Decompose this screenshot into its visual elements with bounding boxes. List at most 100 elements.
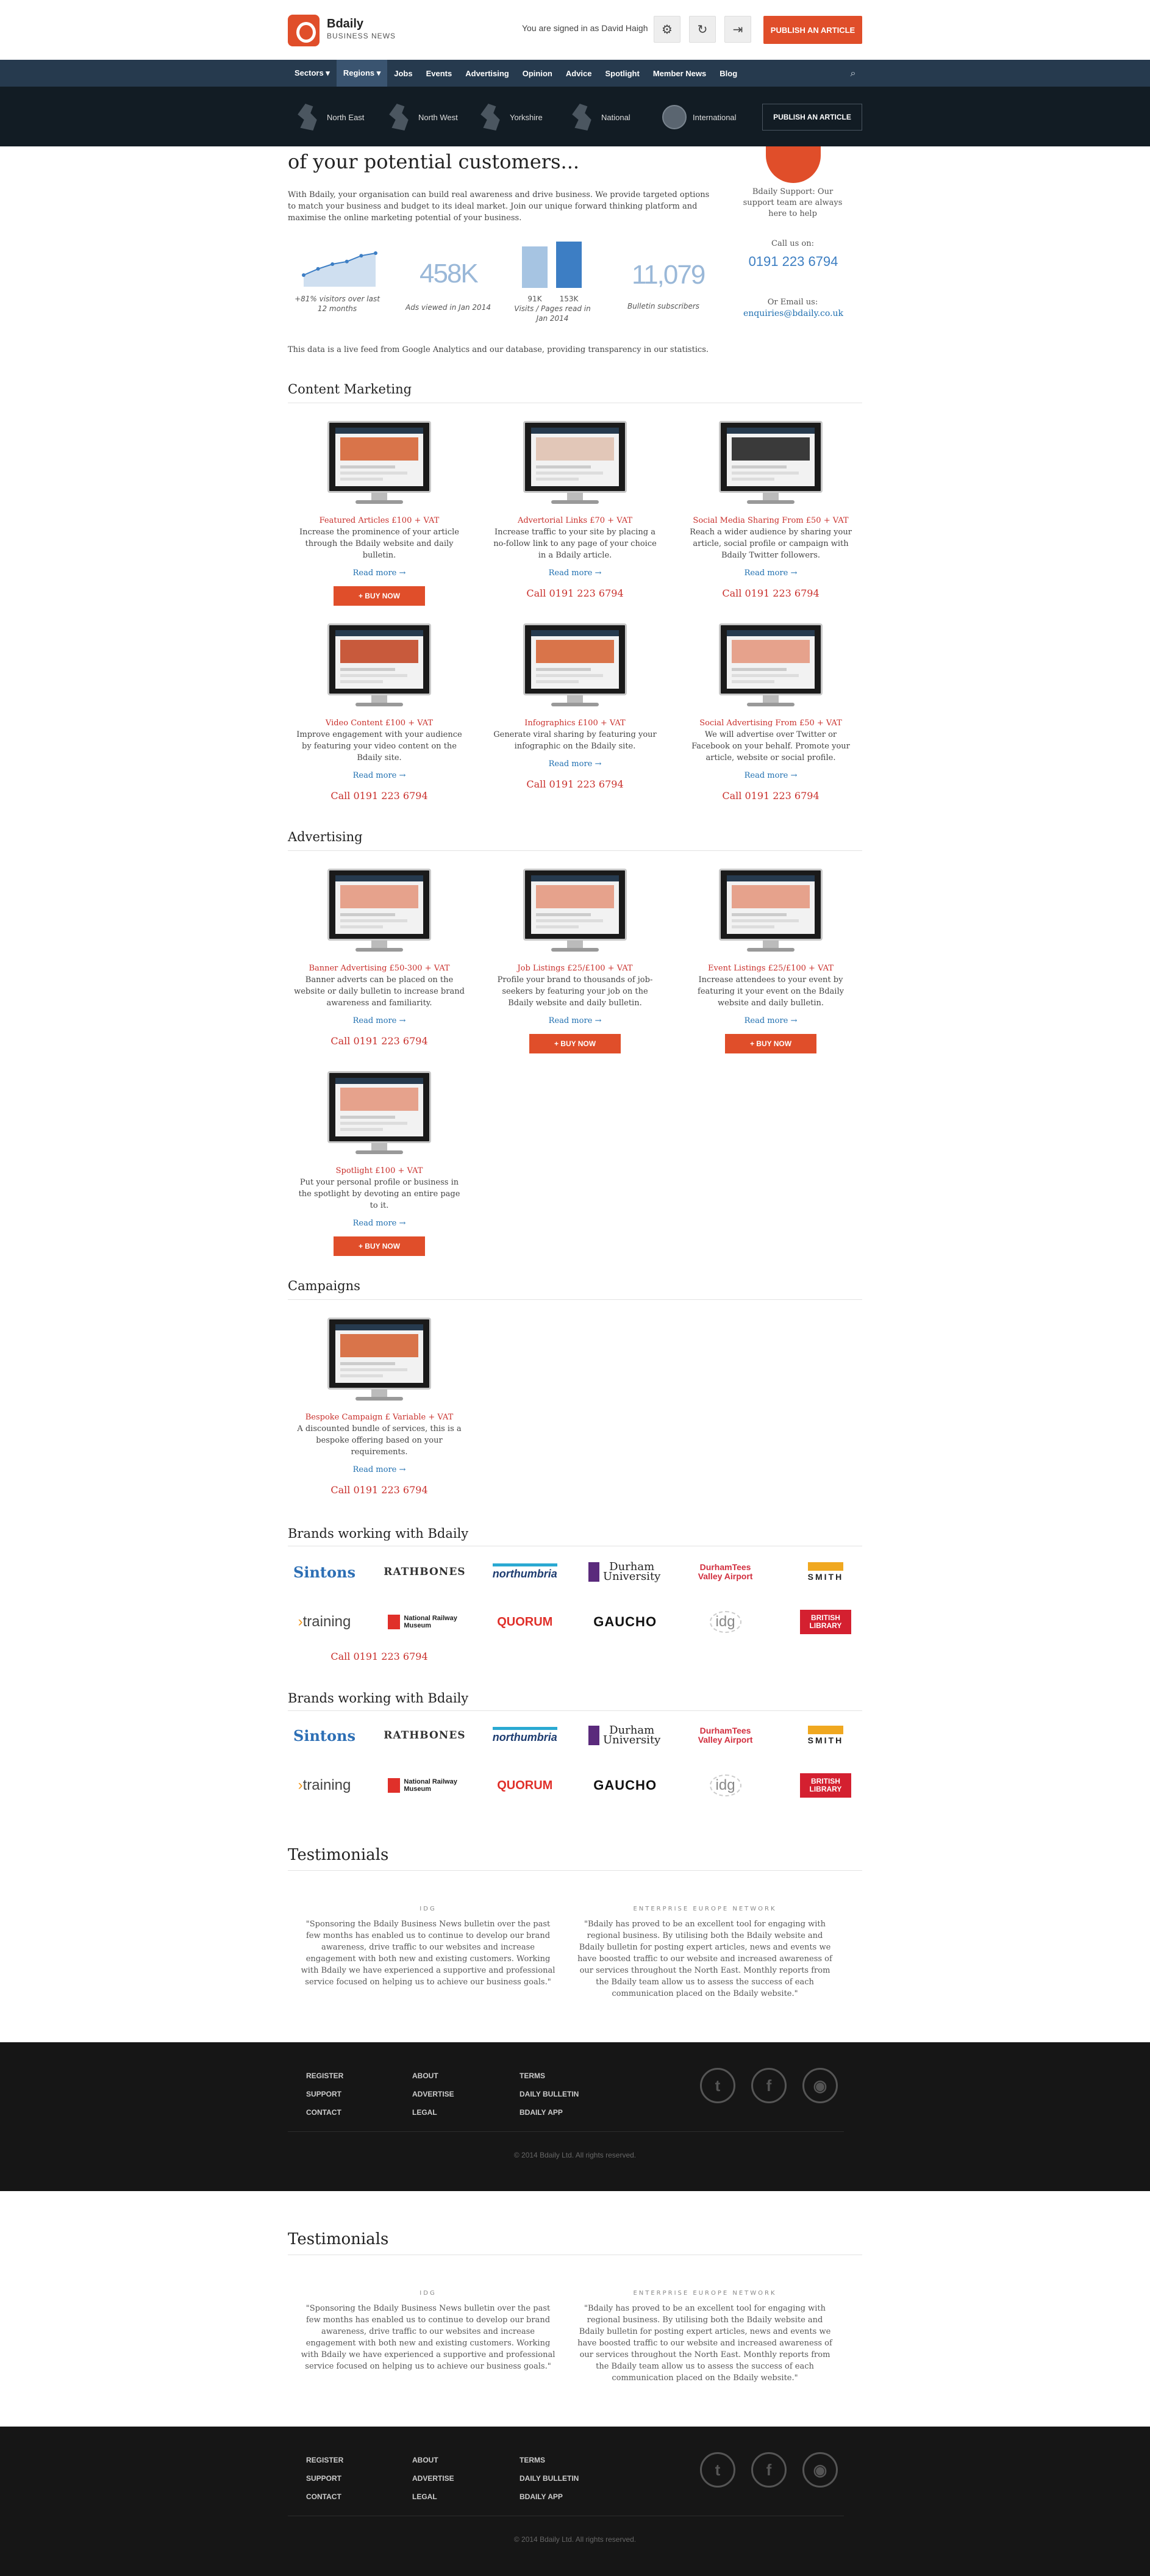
bdaily-logo-icon[interactable]: [288, 15, 320, 46]
region-north-west[interactable]: North West: [387, 104, 458, 131]
facebook-icon[interactable]: f: [751, 2452, 787, 2488]
region-north-east[interactable]: North East: [295, 104, 364, 131]
product-title[interactable]: Video Content £100 + VAT: [288, 719, 471, 728]
product-title[interactable]: Event Listings £25/£100 + VAT: [679, 964, 862, 973]
logout-icon[interactable]: ⇥: [724, 16, 751, 43]
nav-regions[interactable]: Regions ▾: [336, 60, 388, 87]
call-number[interactable]: Call 0191 223 6794: [288, 1035, 471, 1047]
testimonial: ENTERPRISE EUROPE NETWORK "Bdaily has pr…: [577, 1906, 833, 2000]
product-screenshot: [523, 421, 627, 506]
read-more-link[interactable]: Read more →: [288, 771, 471, 780]
rss-icon[interactable]: ◉: [802, 2452, 838, 2488]
monitor-screen: [523, 869, 627, 941]
read-more-link[interactable]: Read more →: [288, 1465, 471, 1474]
footer-link-bdaily-app[interactable]: BDAILY APP: [520, 2488, 579, 2506]
publish-article-button[interactable]: PUBLISH AN ARTICLE: [763, 16, 862, 44]
monitor-header: [335, 630, 423, 636]
monitor-line: [732, 925, 774, 928]
monitor-line: [340, 1116, 395, 1119]
footer-link-advertise[interactable]: ADVERTISE: [412, 2469, 454, 2488]
call-number[interactable]: Call 0191 223 6794: [288, 790, 471, 802]
nav-opinion[interactable]: Opinion: [516, 60, 559, 87]
nav-advice[interactable]: Advice: [559, 60, 599, 87]
refresh-icon[interactable]: ↻: [689, 16, 716, 43]
call-number[interactable]: Call 0191 223 6794: [679, 587, 862, 599]
product-title[interactable]: Advertorial Links £70 + VAT: [484, 516, 666, 525]
product-title[interactable]: Social Advertising From £50 + VAT: [679, 719, 862, 728]
read-more-link[interactable]: Read more →: [288, 1016, 471, 1025]
buy-now-button[interactable]: + BUY NOW: [334, 586, 425, 606]
brand-name[interactable]: Bdaily: [327, 17, 363, 31]
read-more-link[interactable]: Read more →: [679, 1016, 862, 1025]
nav-blog[interactable]: Blog: [713, 60, 744, 87]
footer-link-daily-bulletin[interactable]: DAILY BULLETIN: [520, 2469, 579, 2488]
brand-logo: idg: [689, 1607, 762, 1637]
monitor-base: [747, 948, 795, 952]
product-description: Improve engagement with your audience by…: [296, 730, 462, 762]
site-footer-2: REGISTER SUPPORT CONTACT ABOUT ADVERTISE…: [0, 2427, 1150, 2576]
footer-link-register[interactable]: REGISTER: [306, 2451, 343, 2469]
read-more-link[interactable]: Read more →: [288, 1219, 471, 1228]
product-title[interactable]: Infographics £100 + VAT: [484, 719, 666, 728]
footer-link-contact[interactable]: CONTACT: [306, 2103, 343, 2122]
brands-call-number[interactable]: Call 0191 223 6794: [288, 1651, 471, 1662]
product-title[interactable]: Job Listings £25/£100 + VAT: [484, 964, 666, 973]
rss-icon[interactable]: ◉: [802, 2068, 838, 2103]
footer-link-support[interactable]: SUPPORT: [306, 2085, 343, 2103]
buy-now-button[interactable]: + BUY NOW: [334, 1236, 425, 1256]
footer-link-contact[interactable]: CONTACT: [306, 2488, 343, 2506]
region-label: International: [693, 112, 737, 122]
region-national[interactable]: National: [570, 104, 630, 131]
read-more-link[interactable]: Read more →: [484, 1016, 666, 1025]
buy-now-button[interactable]: + BUY NOW: [529, 1034, 621, 1053]
settings-gear-icon[interactable]: ⚙: [654, 16, 680, 43]
nav-sectors[interactable]: Sectors ▾: [288, 60, 337, 87]
brand-name: RATHBONES: [384, 1566, 466, 1578]
read-more-link[interactable]: Read more →: [679, 771, 862, 780]
monitor-line: [732, 668, 787, 671]
footer-link-legal[interactable]: LEGAL: [412, 2488, 454, 2506]
nav-events[interactable]: Events: [420, 60, 459, 87]
read-more-link[interactable]: Read more →: [288, 569, 471, 578]
support-email-link[interactable]: enquiries@bdaily.co.uk: [729, 309, 857, 318]
publish-article-button-secondary[interactable]: PUBLISH AN ARTICLE: [762, 104, 862, 131]
read-more-link[interactable]: Read more →: [484, 569, 666, 578]
read-more-link[interactable]: Read more →: [484, 759, 666, 769]
brand-logo: ›training: [288, 1607, 361, 1637]
footer-link-legal[interactable]: LEGAL: [412, 2103, 454, 2122]
footer-link-support[interactable]: SUPPORT: [306, 2469, 343, 2488]
footer-link-bdaily-app[interactable]: BDAILY APP: [520, 2103, 579, 2122]
site-header: Bdaily BUSINESS NEWS You are signed in a…: [0, 0, 1150, 60]
footer-link-register[interactable]: REGISTER: [306, 2067, 343, 2085]
product-title[interactable]: Spotlight £100 + VAT: [288, 1166, 471, 1175]
twitter-icon[interactable]: t: [700, 2452, 735, 2488]
call-number[interactable]: Call 0191 223 6794: [679, 790, 862, 802]
region-yorkshire[interactable]: Yorkshire: [478, 104, 543, 131]
footer-link-terms[interactable]: TERMS: [520, 2067, 579, 2085]
footer-link-daily-bulletin[interactable]: DAILY BULLETIN: [520, 2085, 579, 2103]
call-number[interactable]: Call 0191 223 6794: [484, 587, 666, 599]
twitter-icon[interactable]: t: [700, 2068, 735, 2103]
region-international[interactable]: International: [662, 104, 737, 131]
nav-advertising[interactable]: Advertising: [459, 60, 516, 87]
call-number[interactable]: Call 0191 223 6794: [484, 778, 666, 790]
product-title[interactable]: Banner Advertising £50-300 + VAT: [288, 964, 471, 973]
testimonial-source: ENTERPRISE EUROPE NETWORK: [633, 1906, 777, 1912]
footer-link-about[interactable]: ABOUT: [412, 2067, 454, 2085]
facebook-icon[interactable]: f: [751, 2068, 787, 2103]
footer-link-terms[interactable]: TERMS: [520, 2451, 579, 2469]
footer-link-about[interactable]: ABOUT: [412, 2451, 454, 2469]
nav-jobs[interactable]: Jobs: [387, 60, 419, 87]
product-title[interactable]: Bespoke Campaign £ Variable + VAT: [288, 1413, 471, 1422]
read-more-link[interactable]: Read more →: [679, 569, 862, 578]
monitor-screen: [327, 421, 431, 493]
support-phone[interactable]: 0191 223 6794: [729, 254, 857, 270]
product-title[interactable]: Social Media Sharing From £50 + VAT: [679, 516, 862, 525]
product-title[interactable]: Featured Articles £100 + VAT: [288, 516, 471, 525]
call-number[interactable]: Call 0191 223 6794: [288, 1484, 471, 1496]
nav-member-news[interactable]: Member News: [646, 60, 713, 87]
nav-spotlight[interactable]: Spotlight: [599, 60, 646, 87]
footer-link-advertise[interactable]: ADVERTISE: [412, 2085, 454, 2103]
buy-now-button[interactable]: + BUY NOW: [725, 1034, 816, 1053]
search-icon[interactable]: ⌕: [844, 65, 862, 82]
